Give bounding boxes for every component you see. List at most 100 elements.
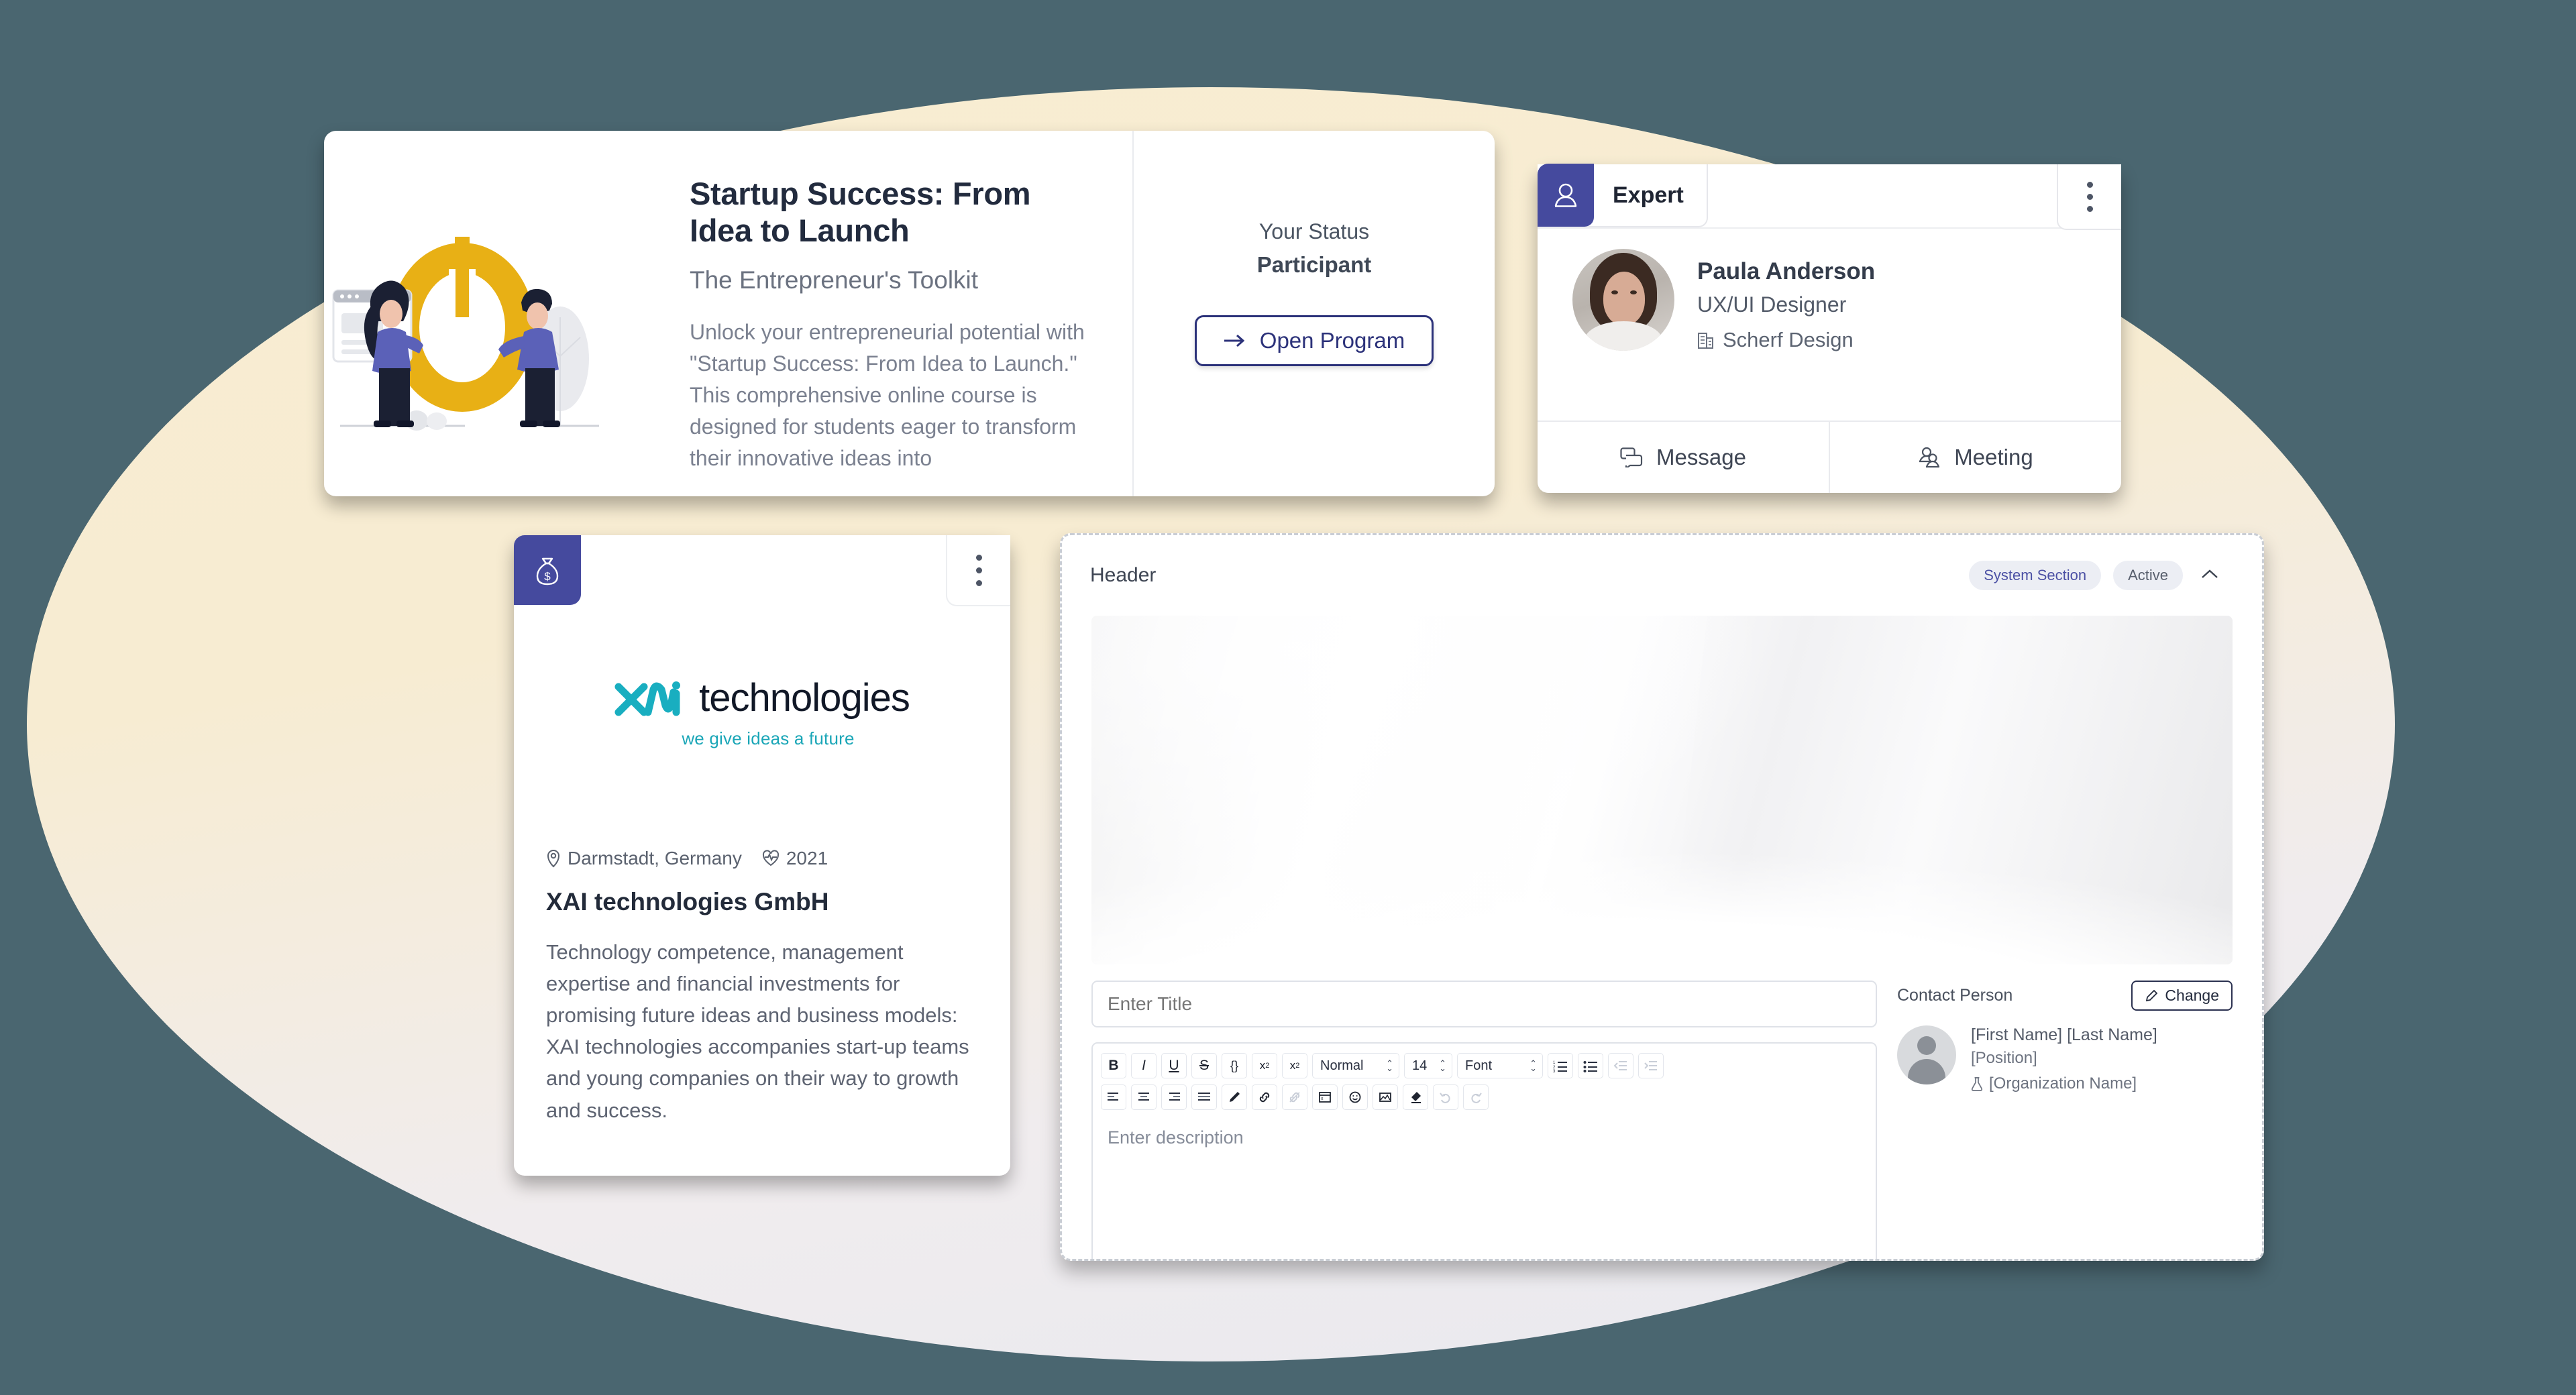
contact-person-title: Contact Person: [1897, 986, 2013, 1005]
bold-icon[interactable]: B: [1101, 1053, 1126, 1078]
company-name: XAI technologies GmbH: [546, 888, 829, 915]
company-location-label: Darmstadt, Germany: [568, 848, 742, 869]
chevron-updown-icon: ⌃ ⌄: [1386, 1058, 1393, 1073]
expert-info: Paula Anderson UX/UI Designer Scherf Des…: [1697, 249, 1875, 352]
contact-person-name: [First Name] [Last Name]: [1971, 1025, 2157, 1044]
ordered-list-icon[interactable]: 1 2 3: [1548, 1053, 1573, 1078]
code-block-icon[interactable]: {}: [1222, 1053, 1247, 1078]
program-subtitle: The Entrepreneur's Toolkit: [690, 266, 979, 294]
company-card: $ technologies we give ideas a future Da…: [514, 535, 1010, 1176]
message-label: Message: [1656, 445, 1746, 469]
redo-icon[interactable]: [1463, 1084, 1489, 1110]
company-logo: technologies we give ideas a future: [514, 605, 1010, 820]
meeting-label: Meeting: [1954, 445, 2033, 469]
change-contact-button[interactable]: Change: [2131, 981, 2233, 1011]
undo-icon[interactable]: [1433, 1084, 1458, 1110]
more-vertical-icon[interactable]: [2057, 164, 2121, 230]
status-value: Participant: [1256, 252, 1372, 277]
expert-organization-label: Scherf Design: [1723, 328, 1854, 351]
chat-icon: [1620, 447, 1643, 467]
chevron-updown-icon: ⌃ ⌄: [1529, 1058, 1537, 1073]
status-badge-system-section: System Section: [1969, 561, 2102, 590]
contact-person-organization-label: [Organization Name]: [1989, 1074, 2137, 1093]
editor-main: B I U S {} x2 x2 Normal ⌃⌄ 14 ⌃⌄: [1091, 981, 1877, 1259]
contact-person-body: [First Name] [Last Name] [Position] [Org…: [1897, 1025, 2233, 1093]
svg-text:1: 1: [1553, 1061, 1556, 1065]
link-icon[interactable]: [1252, 1084, 1277, 1110]
program-card: Startup Success: From Idea to Launch The…: [324, 131, 1495, 496]
expert-profile: Paula Anderson UX/UI Designer Scherf Des…: [1538, 229, 2121, 352]
open-program-button[interactable]: Open Program: [1194, 315, 1434, 366]
italic-icon[interactable]: I: [1131, 1053, 1157, 1078]
title-input[interactable]: [1091, 981, 1877, 1027]
program-status-panel: Your Status Participant Open Program: [1132, 131, 1495, 496]
expert-tab-label: Expert: [1613, 182, 1684, 208]
chevron-updown-icon: ⌃ ⌄: [1439, 1058, 1446, 1073]
editor-toolbar-row-2: x: [1101, 1084, 1868, 1110]
flask-icon: [1971, 1076, 1983, 1091]
strikethrough-icon[interactable]: S: [1191, 1053, 1217, 1078]
header-panel-bar: Header System Section Active: [1062, 535, 2262, 616]
editor-toolbar-row-1: B I U S {} x2 x2 Normal ⌃ ⌄ 14 ⌃ ⌄ Font …: [1101, 1053, 1868, 1078]
clear-format-icon[interactable]: [1403, 1084, 1428, 1110]
expert-card-actions: Message Meeting: [1538, 421, 2121, 493]
xai-logo-mark: [614, 679, 687, 718]
status-label: Your Status: [1258, 219, 1370, 243]
program-title: Startup Success: From Idea to Launch: [690, 176, 1031, 249]
building-icon: [1697, 331, 1715, 349]
subscript-icon[interactable]: x2: [1282, 1053, 1307, 1078]
arrow-right-icon: [1224, 333, 1246, 348]
header-panel-tools: System Section Active: [1969, 561, 2224, 590]
expert-card: Expert Paula Anderson UX/UI Designer Sch…: [1538, 164, 2121, 493]
outdent-icon[interactable]: [1608, 1053, 1633, 1078]
meeting-button[interactable]: Meeting: [1829, 422, 2121, 493]
company-card-topbar: $: [514, 535, 1010, 606]
contact-person-header: Contact Person Change: [1897, 981, 2233, 1011]
font-family-select[interactable]: Font ⌃ ⌄: [1457, 1053, 1543, 1078]
expert-role: UX/UI Designer: [1697, 292, 1847, 317]
svg-text:$: $: [544, 570, 551, 583]
expert-organization: Scherf Design: [1697, 328, 1875, 352]
status-badge-active: Active: [2113, 561, 2183, 590]
svg-text:3: 3: [1553, 1070, 1556, 1072]
font-family-value: Font: [1465, 1058, 1493, 1073]
text-style-value: Normal: [1320, 1058, 1364, 1073]
avatar-placeholder: [1897, 1025, 1956, 1084]
company-description: Technology competence, management expert…: [546, 940, 969, 1122]
open-program-label: Open Program: [1259, 328, 1405, 353]
program-description: Unlock your entrepreneurial potential wi…: [690, 320, 1085, 471]
header-hero-image: [1091, 616, 2233, 964]
chevron-up-icon[interactable]: [2195, 565, 2224, 586]
editor-toolbar: B I U S {} x2 x2 Normal ⌃ ⌄ 14 ⌃ ⌄ Font …: [1093, 1044, 1876, 1114]
align-center-icon[interactable]: [1131, 1084, 1157, 1110]
company-location: Darmstadt, Germany: [546, 848, 742, 869]
expert-tab[interactable]: Expert: [1538, 164, 1708, 227]
underline-icon[interactable]: U: [1161, 1053, 1187, 1078]
expert-name: Paula Anderson: [1697, 258, 1876, 284]
align-justify-icon[interactable]: [1191, 1084, 1217, 1110]
text-style-select[interactable]: Normal ⌃ ⌄: [1312, 1053, 1399, 1078]
font-size-value: 14: [1412, 1058, 1428, 1073]
more-vertical-icon[interactable]: [946, 535, 1010, 606]
contact-person-panel: Contact Person Change [First Name] [Last…: [1897, 981, 2233, 1259]
superscript-icon[interactable]: x2: [1252, 1053, 1277, 1078]
map-pin-icon: [546, 849, 561, 868]
message-button[interactable]: Message: [1538, 422, 1829, 493]
expert-card-tabbar: Expert: [1538, 164, 2121, 230]
editor-area: B I U S {} x2 x2 Normal ⌃⌄ 14 ⌃⌄: [1062, 964, 2262, 1259]
insert-table-icon[interactable]: x: [1312, 1084, 1338, 1110]
indent-icon[interactable]: [1638, 1053, 1664, 1078]
unlink-icon[interactable]: [1282, 1084, 1307, 1110]
insert-image-icon[interactable]: [1373, 1084, 1398, 1110]
align-right-icon[interactable]: [1161, 1084, 1187, 1110]
bullet-list-icon[interactable]: [1578, 1053, 1603, 1078]
highlight-pen-icon[interactable]: [1222, 1084, 1247, 1110]
company-logo-word: technologies: [699, 676, 910, 720]
heartbeat-icon: [762, 850, 780, 867]
description-placeholder[interactable]: Enter description: [1093, 1114, 1876, 1148]
align-left-icon[interactable]: [1101, 1084, 1126, 1110]
emoji-icon[interactable]: [1342, 1084, 1368, 1110]
contact-person-organization: [Organization Name]: [1971, 1074, 2157, 1093]
font-size-select[interactable]: 14 ⌃ ⌄: [1404, 1053, 1452, 1078]
contact-person-position: [Position]: [1971, 1049, 2037, 1067]
